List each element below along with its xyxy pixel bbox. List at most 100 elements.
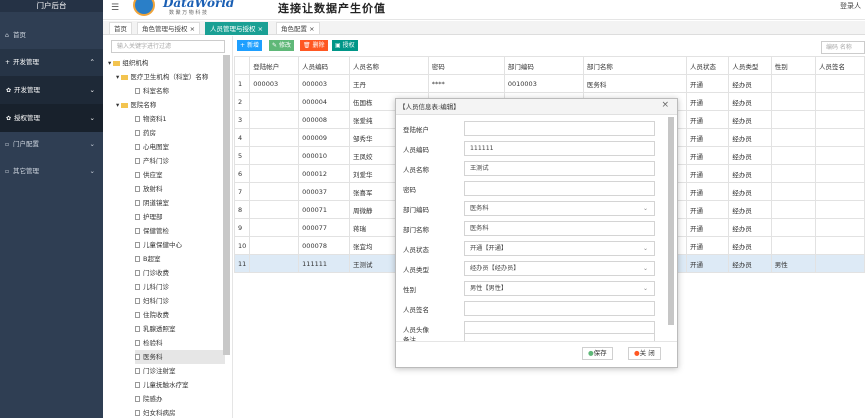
file-icon bbox=[135, 172, 140, 178]
column-header[interactable]: 密码 bbox=[427, 56, 505, 75]
tree-node[interactable]: 阴道镜室 bbox=[135, 196, 169, 210]
tree-root[interactable]: ▾ 组织机构 bbox=[108, 56, 148, 70]
tree-node[interactable]: ▾ 医疗卫生机构（科室）名称 bbox=[116, 70, 208, 84]
brand-subtitle: 数 聚 万 物 科 技 bbox=[169, 10, 207, 16]
slogan: 连接让数据产生价值 bbox=[278, 2, 386, 15]
field-label: 登陆帐户 bbox=[403, 126, 429, 134]
close-icon[interactable]: × bbox=[258, 25, 263, 33]
tree-node[interactable]: 门诊收费 bbox=[135, 266, 169, 280]
tree-node[interactable]: 药房 bbox=[135, 126, 156, 140]
login-account-input[interactable] bbox=[464, 121, 655, 136]
close-icon[interactable]: × bbox=[661, 100, 669, 110]
tree-node[interactable]: 心电图室 bbox=[135, 140, 169, 154]
auth-button[interactable]: ▣ 授权 bbox=[332, 40, 358, 51]
chevron-up-icon: ⌃ bbox=[89, 58, 95, 66]
plus-icon: + bbox=[240, 42, 246, 49]
sidebar-item-home[interactable]: ⌂ 首页 bbox=[0, 22, 103, 49]
column-header[interactable]: 人员编码 bbox=[298, 56, 350, 75]
staff-type-select[interactable]: 经办员【经办员】 ⌄ bbox=[464, 261, 655, 276]
tree-node[interactable]: 科室名称 bbox=[135, 84, 169, 98]
tree-node[interactable]: 保健管检 bbox=[135, 224, 169, 238]
field-label: 部门名称 bbox=[403, 226, 429, 234]
sidebar-item-other[interactable]: ▫ 其它管理 ⌄ bbox=[0, 158, 103, 185]
menu-toggle-icon[interactable]: ☰ bbox=[111, 3, 119, 13]
dialog-scrollbar[interactable] bbox=[668, 117, 674, 325]
home-icon: ⌂ bbox=[5, 32, 9, 39]
brand-logo bbox=[133, 0, 155, 16]
tree-node[interactable]: 妇女科病房 bbox=[135, 406, 176, 418]
tab-role-auth[interactable]: 角色管理与授权 × bbox=[137, 22, 201, 35]
chevron-down-icon: ⌄ bbox=[89, 140, 95, 148]
tree-node[interactable]: 妇科门诊 bbox=[135, 294, 169, 308]
file-icon bbox=[135, 242, 140, 248]
file-icon bbox=[135, 88, 140, 94]
tree-node[interactable]: 物资科1 bbox=[135, 112, 167, 126]
column-header[interactable]: 部门名称 bbox=[582, 56, 688, 75]
tree-scrollbar[interactable] bbox=[223, 55, 230, 355]
close-icon[interactable]: × bbox=[190, 25, 195, 33]
tab-home[interactable]: 首页 bbox=[109, 22, 132, 35]
tree-node-selected[interactable]: 医务科 bbox=[135, 350, 225, 364]
tree-node[interactable]: 儿童抚触水疗室 bbox=[135, 378, 189, 392]
column-header[interactable]: 部门编码 bbox=[503, 56, 584, 75]
staff-status-select[interactable]: 开通【开通】 ⌄ bbox=[464, 241, 655, 256]
tree-node[interactable]: 儿童保健中心 bbox=[135, 238, 182, 252]
tree-node[interactable]: ▾ 医院名称 bbox=[116, 98, 156, 112]
folder-icon bbox=[121, 102, 129, 108]
tree-node[interactable]: 产科门诊 bbox=[135, 154, 169, 168]
dept-name-input[interactable]: 医务科 bbox=[464, 221, 655, 236]
chevron-down-icon: ⌄ bbox=[642, 265, 648, 272]
sidebar-item-dev[interactable]: ✿ 开发管理 ⌄ bbox=[0, 76, 103, 104]
password-input[interactable] bbox=[464, 181, 655, 196]
tree-node[interactable]: 乳腺透照室 bbox=[135, 322, 176, 336]
tree-node[interactable]: 住院收费 bbox=[135, 308, 169, 322]
file-icon bbox=[135, 130, 140, 136]
tree-node[interactable]: 供应室 bbox=[135, 168, 163, 182]
sidebar-item-portal[interactable]: ▫ 门户配置 ⌄ bbox=[0, 131, 103, 158]
tab-role-config[interactable]: 角色配置 × bbox=[276, 22, 320, 35]
gender-select[interactable]: 男性【男性】 ⌄ bbox=[464, 281, 655, 296]
tree-node[interactable]: 放射科 bbox=[135, 182, 163, 196]
save-button[interactable]: ●保存 bbox=[582, 347, 613, 360]
dialog-title: 【人员信息表:编辑】 bbox=[396, 99, 677, 115]
tree-node[interactable]: 院感办 bbox=[135, 392, 163, 406]
box-icon: ▫ bbox=[5, 141, 10, 148]
field-label: 备注 bbox=[403, 336, 416, 341]
delete-button[interactable]: 🗑 删除 bbox=[300, 40, 328, 51]
tab-staff-auth[interactable]: 人员管理与授权 × bbox=[205, 22, 269, 35]
column-header[interactable]: 人员名称 bbox=[348, 56, 429, 75]
file-icon bbox=[135, 340, 140, 346]
table-header-row: 登陆帐户 人员编码 人员名称 密码 部门编码 部门名称 人员状态 人员类型 性别… bbox=[233, 56, 865, 75]
tree-node[interactable]: 护理部 bbox=[135, 210, 163, 224]
column-header[interactable]: 登陆帐户 bbox=[249, 56, 300, 75]
column-header[interactable]: 性别 bbox=[770, 56, 817, 75]
close-icon[interactable]: × bbox=[309, 25, 314, 33]
table-row[interactable]: 1 000003 000003 王丹 **** 0010003 医务科 开通 经办员 bbox=[233, 74, 865, 93]
grid-search-input[interactable]: 编码 名称 bbox=[821, 41, 865, 54]
edit-button[interactable]: ✎ 修改 bbox=[269, 40, 294, 51]
tree-node[interactable]: 检验科 bbox=[135, 336, 163, 350]
org-tree-panel: 输入关键字进行过滤 ▾ 组织机构 ▾ 医疗卫生机构（科室）名称 科室名称 ▾ 医… bbox=[103, 36, 233, 418]
column-header[interactable]: 人员签名 bbox=[815, 56, 865, 75]
tree-node[interactable]: 门诊注射室 bbox=[135, 364, 176, 378]
dept-code-select[interactable]: 医务科 ⌄ bbox=[464, 201, 655, 216]
remark-input[interactable] bbox=[464, 333, 655, 341]
staff-code-input[interactable]: 111111 bbox=[464, 141, 655, 156]
column-header[interactable]: 人员类型 bbox=[728, 56, 772, 75]
file-icon bbox=[135, 228, 140, 234]
sidebar-item-auth[interactable]: ✿ 授权管理 ⌄ bbox=[0, 104, 103, 132]
close-button[interactable]: ●关 闭 bbox=[628, 347, 661, 360]
chevron-down-icon: ⌄ bbox=[642, 205, 648, 212]
tree-node[interactable]: 儿科门诊 bbox=[135, 280, 169, 294]
staff-name-input[interactable]: 王测试 bbox=[464, 161, 655, 176]
sidebar: 门户后台 ⌂ 首页 + 开发管理 ⌃ ✿ 开发管理 ⌄ ✿ 授权管理 ⌄ ▫ 门户配置 ⌄ ▫ 其它… bbox=[0, 0, 103, 418]
column-header[interactable]: 人员状态 bbox=[686, 56, 730, 75]
file-icon bbox=[135, 158, 140, 164]
add-button[interactable]: + 新增 bbox=[237, 40, 262, 51]
chevron-down-icon: ⌄ bbox=[89, 86, 95, 94]
login-user[interactable]: 登录人 bbox=[840, 1, 861, 11]
signature-input[interactable] bbox=[464, 301, 655, 316]
sidebar-item-dev-group[interactable]: + 开发管理 ⌃ bbox=[0, 49, 103, 76]
tree-search-input[interactable]: 输入关键字进行过滤 bbox=[111, 40, 225, 53]
tree-node[interactable]: B超室 bbox=[135, 252, 160, 266]
